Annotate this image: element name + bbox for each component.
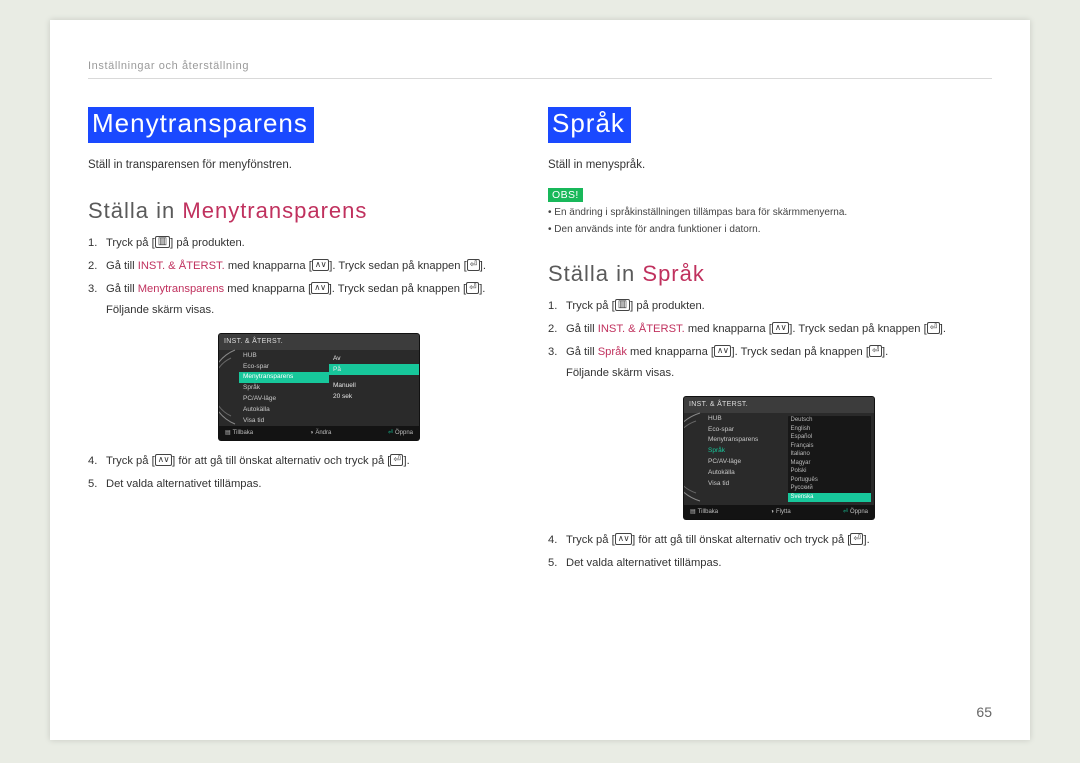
osd-value: Av (329, 353, 419, 364)
h2-prefix: Ställa in (88, 198, 182, 223)
osd-item: Eco-spar (704, 424, 788, 435)
osd-lang: Français (788, 442, 872, 451)
osd-adjust-label: ◑ Ändra (310, 428, 332, 438)
enter-icon (869, 345, 882, 357)
osd-menu-items: HUB Eco-spar Menytransparens Språk PC/AV… (239, 350, 329, 426)
osd-lang: Português (788, 476, 872, 485)
divider (88, 78, 992, 79)
step-1: Tryck på [] på produkten. (88, 234, 532, 253)
osd-menu-items: HUB Eco-spar Menytransparens Språk PC/AV… (704, 413, 788, 505)
osd-lang: Русский (788, 485, 872, 494)
osd-screenshot-menytransparens: INST. & ÅTERST. HUB Eco-spar Menytranspa… (219, 334, 419, 440)
osd-screenshot-sprak: INST. & ÅTERST. HUB Eco-spar Menytranspa… (684, 397, 874, 519)
step-5: Det valda alternativet tillämpas. (548, 554, 992, 573)
obs-notes: En ändring i språkinställningen tillämpa… (548, 206, 992, 237)
osd-lang: English (788, 425, 872, 434)
step-2: Gå till INST. & ÅTERST. med knapparna []… (88, 257, 532, 276)
obs-note: En ändring i språkinställningen tillämpa… (548, 206, 992, 220)
osd-title: INST. & ÅTERST. (219, 334, 419, 350)
osd-back-label: ▤ Tillbaka (690, 507, 718, 517)
osd-footer: ▤ Tillbaka ◑ Ändra ⏎ Öppna (219, 426, 419, 440)
osd-item: HUB (704, 413, 788, 424)
intro-text: Ställ in menyspråk. (548, 157, 992, 174)
enter-icon (466, 282, 479, 294)
enter-icon (927, 322, 940, 334)
osd-menu-values: Av På Manuell 20 sek (329, 350, 419, 426)
h2-accent: Menytransparens (182, 198, 367, 223)
osd-move-label: ◑ Flytta (770, 507, 790, 517)
up-down-icon (615, 533, 632, 545)
osd-back-label: ▤ Tillbaka (225, 428, 253, 438)
enter-icon (390, 454, 403, 466)
steps-list: Tryck på [] på produkten. Gå till INST. … (88, 234, 532, 494)
link-inst-aterst: INST. & ÅTERST. (138, 260, 225, 272)
menu-icon (615, 299, 630, 311)
osd-item-highlighted: Menytransparens (239, 372, 329, 383)
step-3: Gå till Menytransparens med knapparna []… (88, 280, 532, 440)
osd-value: Manuell (329, 381, 419, 392)
osd-open-label: ⏎ Öppna (843, 507, 868, 517)
step-4: Tryck på [] för att gå till önskat alter… (88, 452, 532, 471)
osd-lang: Deutsch (788, 416, 872, 425)
step-3-sub: Följande skärm visas. (566, 364, 992, 383)
osd-open-label: ⏎ Öppna (388, 428, 413, 438)
osd-value-highlighted: På (329, 364, 419, 375)
h2-prefix: Ställa in (548, 261, 642, 286)
subsection-stalla-in-menytransparens: Ställa in Menytransparens (88, 198, 532, 224)
page-number: 65 (976, 704, 992, 720)
osd-item: Visa tid (239, 415, 329, 426)
subsection-stalla-in-sprak: Ställa in Språk (548, 261, 992, 287)
right-column: Språk Ställ in menyspråk. OBS! En ändrin… (548, 107, 992, 573)
up-down-icon (772, 322, 789, 334)
osd-footer: ▤ Tillbaka ◑ Flytta ⏎ Öppna (684, 505, 874, 519)
osd-item: PC/AV-läge (704, 456, 788, 467)
osd-item: Autokälla (239, 404, 329, 415)
osd-lang: Italiano (788, 451, 872, 460)
osd-title: INST. & ÅTERST. (684, 397, 874, 413)
link-inst-aterst: INST. & ÅTERST. (598, 323, 685, 335)
osd-item: Autokälla (704, 467, 788, 478)
menu-icon (155, 236, 170, 248)
osd-lang: Polski (788, 468, 872, 477)
osd-item: Eco-spar (239, 361, 329, 372)
step-2: Gå till INST. & ÅTERST. med knapparna []… (548, 320, 992, 339)
enter-icon (467, 259, 480, 271)
osd-arc-decoration (684, 413, 704, 505)
osd-item: Menytransparens (704, 435, 788, 446)
section-title-menytransparens: Menytransparens (88, 107, 314, 143)
step-3-sub: Följande skärm visas. (106, 301, 532, 320)
steps-list: Tryck på [] på produkten. Gå till INST. … (548, 297, 992, 573)
osd-value: 20 sek (329, 392, 419, 403)
intro-text: Ställ in transparensen för menyfönstren. (88, 157, 532, 174)
osd-item: PC/AV-läge (239, 393, 329, 404)
step-4: Tryck på [] för att gå till önskat alter… (548, 531, 992, 550)
link-menytransparens: Menytransparens (138, 283, 224, 295)
up-down-icon (714, 345, 731, 357)
step-3: Gå till Språk med knapparna []. Tryck se… (548, 343, 992, 519)
osd-language-list: Deutsch English Español Français Italian… (788, 416, 872, 502)
osd-item-selected: Språk (704, 446, 788, 457)
manual-page: Inställningar och återställning Menytran… (50, 20, 1030, 740)
step-1: Tryck på [] på produkten. (548, 297, 992, 316)
step-5: Det valda alternativet tillämpas. (88, 475, 532, 494)
osd-lang-highlighted: Svenska (788, 493, 872, 502)
osd-item: HUB (239, 350, 329, 361)
osd-item: Språk (239, 383, 329, 394)
osd-lang: Magyar (788, 459, 872, 468)
up-down-icon (312, 259, 329, 271)
obs-note: Den används inte för andra funktioner i … (548, 223, 992, 237)
enter-icon (850, 533, 863, 545)
link-sprak: Språk (598, 346, 627, 358)
up-down-icon (311, 282, 328, 294)
osd-lang: Español (788, 433, 872, 442)
up-down-icon (155, 454, 172, 466)
osd-item: Visa tid (704, 478, 788, 489)
section-title-sprak: Språk (548, 107, 631, 143)
obs-badge: OBS! (548, 188, 583, 202)
left-column: Menytransparens Ställ in transparensen f… (88, 107, 532, 573)
breadcrumb: Inställningar och återställning (88, 60, 992, 72)
osd-arc-decoration (219, 350, 239, 426)
h2-accent: Språk (642, 261, 704, 286)
